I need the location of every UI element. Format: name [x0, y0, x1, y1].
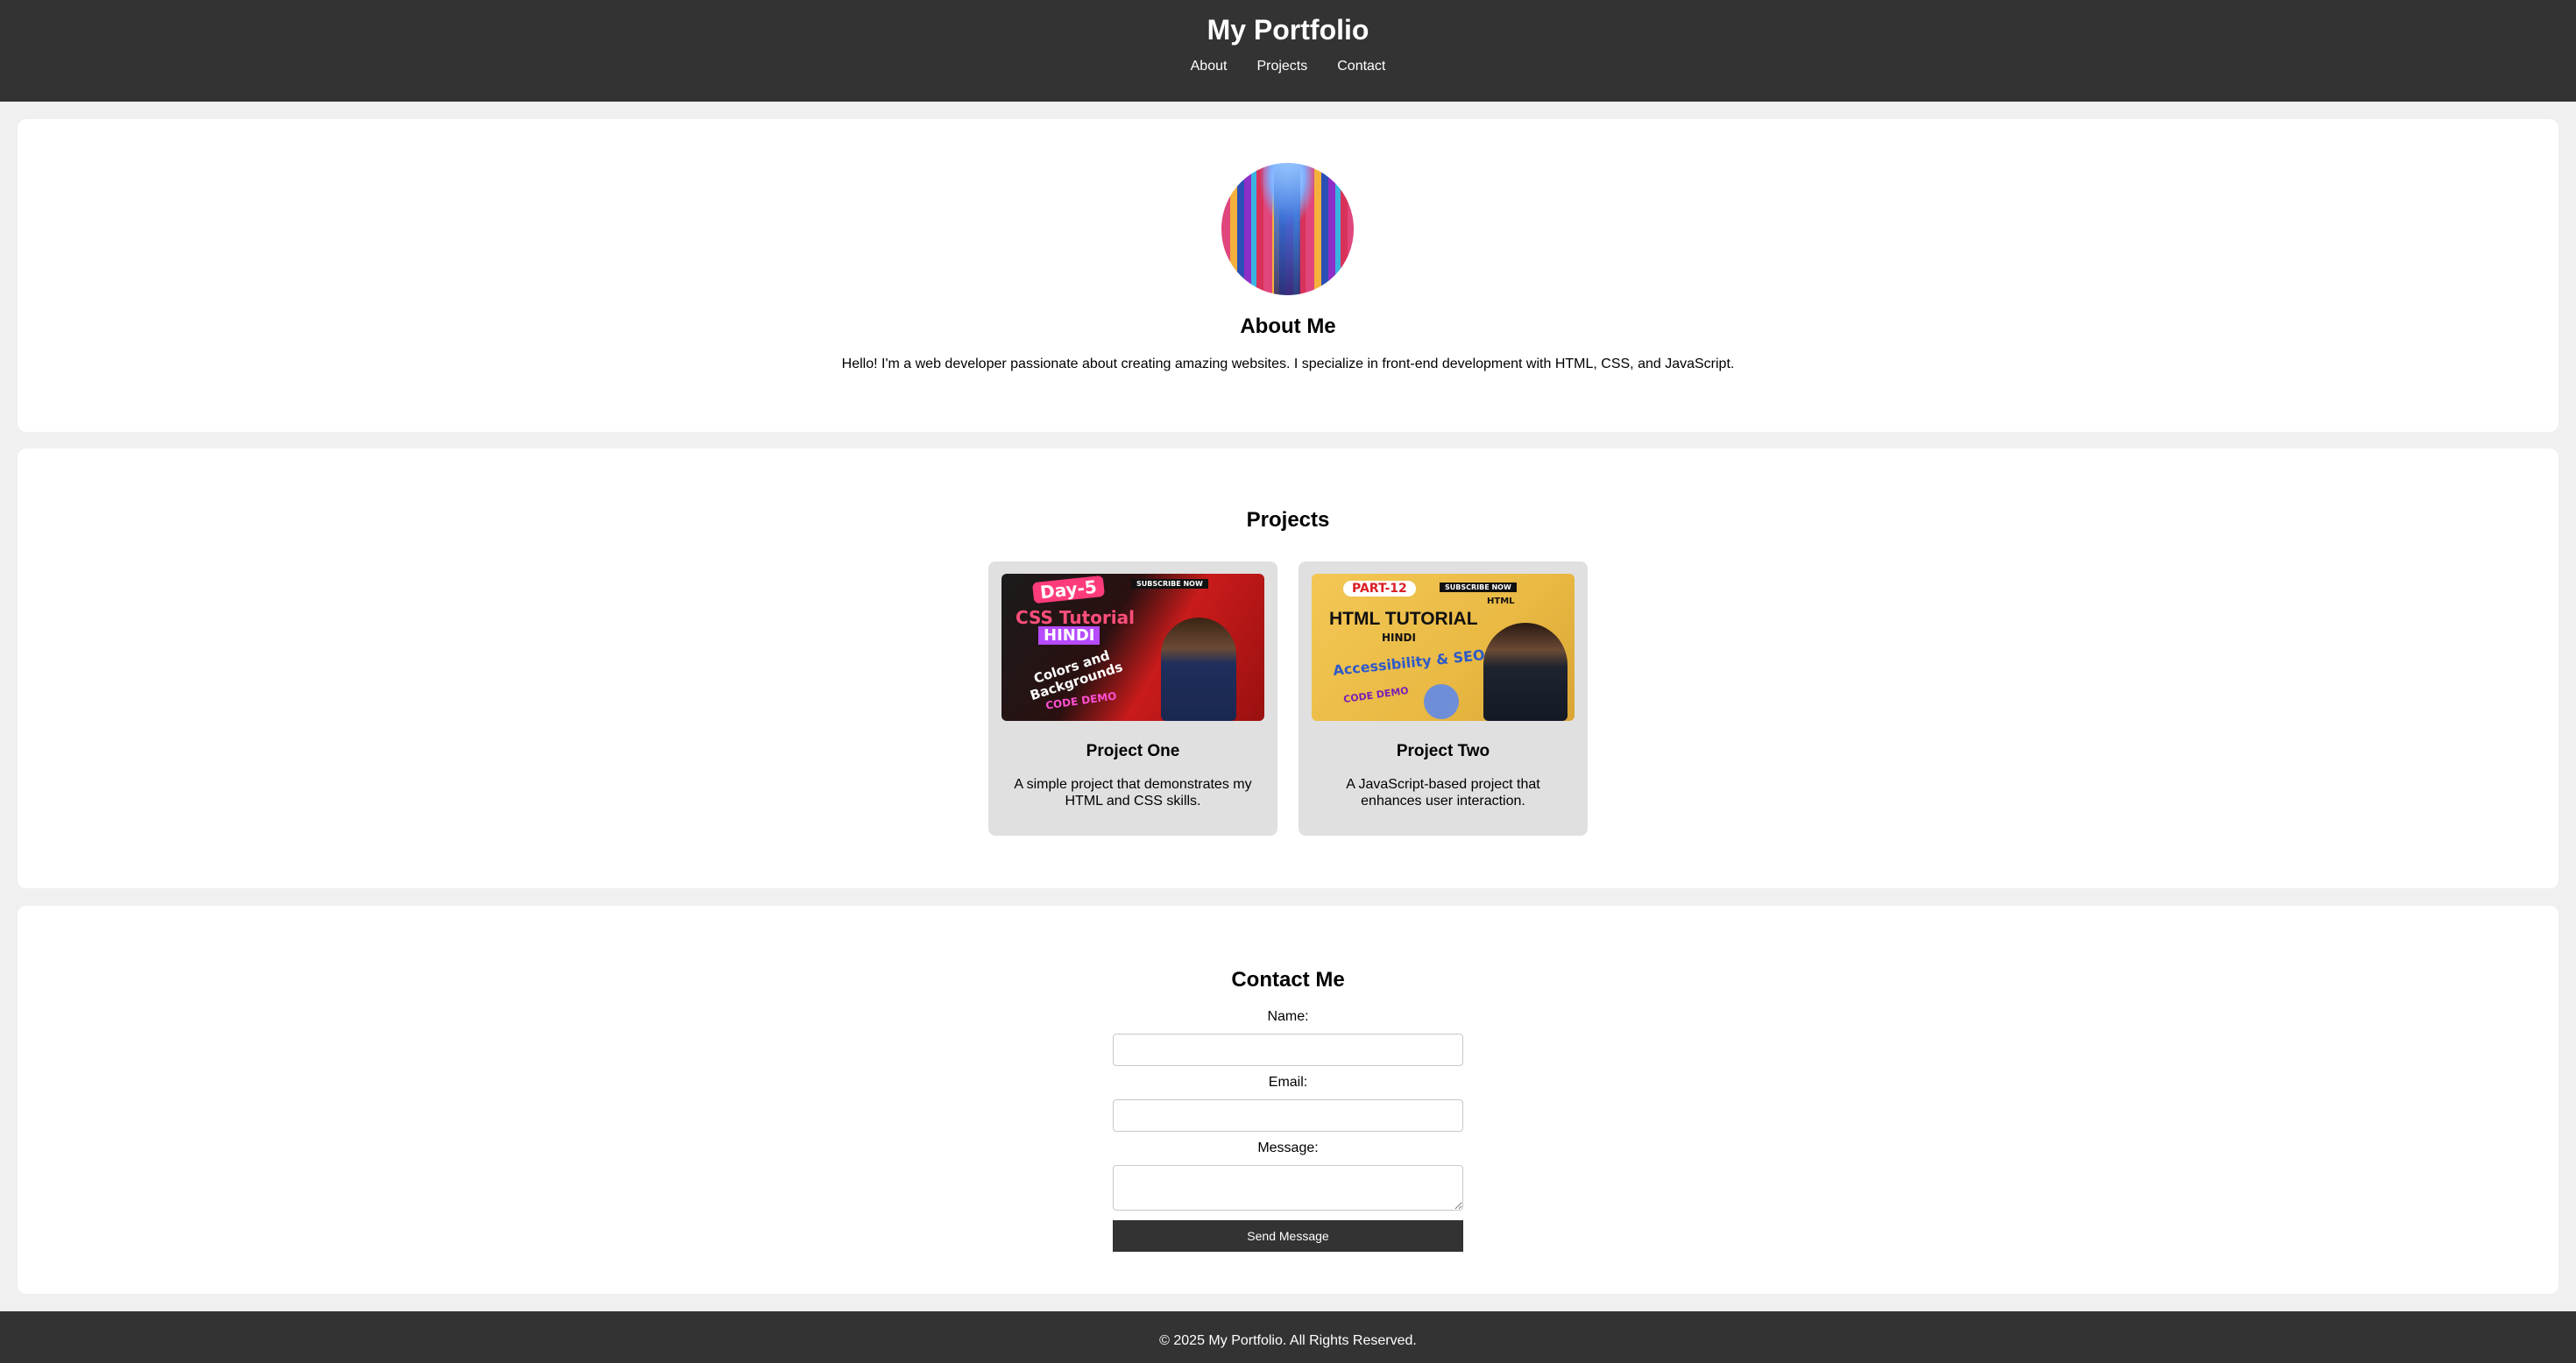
site-header: My Portfolio About Projects Contact: [0, 0, 2576, 102]
nav-link-contact[interactable]: Contact: [1322, 56, 1400, 77]
email-input[interactable]: [1113, 1099, 1463, 1132]
main-nav: About Projects Contact: [0, 56, 2576, 77]
copyright-text: © 2025 My Portfolio. All Rights Reserved…: [1159, 1333, 1417, 1348]
projects-title: Projects: [1246, 508, 1330, 532]
thumb-like-icon: [1424, 684, 1459, 719]
about-text: Hello! I'm a web developer passionate ab…: [841, 357, 1735, 371]
project-card-one[interactable]: Day-5 SUBSCRIBE NOW CSS Tutorial HINDI C…: [988, 561, 1277, 836]
contact-title: Contact Me: [1231, 968, 1345, 992]
about-title: About Me: [1240, 314, 1336, 338]
thumb-person: [1483, 623, 1568, 721]
nav-link-about[interactable]: About: [1176, 56, 1242, 77]
thumb-day-label: Day-5: [1031, 575, 1105, 604]
project-two-title: Project Two: [1396, 742, 1490, 760]
message-textarea[interactable]: [1113, 1165, 1463, 1211]
name-input[interactable]: [1113, 1034, 1463, 1066]
thumb-lang: HINDI: [1038, 626, 1100, 645]
site-title: My Portfolio: [1207, 14, 1369, 46]
nav-link-projects[interactable]: Projects: [1242, 56, 1322, 77]
thumb-person: [1161, 618, 1236, 721]
name-label: Name:: [1267, 1009, 1309, 1024]
project-card-two[interactable]: PART-12 SUBSCRIBE NOW HTML HTML TUTORIAL…: [1299, 561, 1588, 836]
project-one-title: Project One: [1086, 742, 1180, 760]
email-label: Email:: [1268, 1075, 1308, 1090]
thumb-subscribe-label: SUBSCRIBE NOW: [1131, 579, 1208, 589]
project-one-description: A simple project that demonstrates my HT…: [1014, 777, 1252, 809]
profile-avatar: [1221, 163, 1354, 295]
thumb-topic: Accessibility & SEO: [1332, 646, 1486, 680]
project-two-thumbnail: PART-12 SUBSCRIBE NOW HTML HTML TUTORIAL…: [1312, 574, 1575, 721]
about-section: About Me Hello! I'm a web developer pass…: [18, 119, 2558, 432]
project-one-thumbnail: Day-5 SUBSCRIBE NOW CSS Tutorial HINDI C…: [1001, 574, 1264, 721]
message-label: Message:: [1257, 1141, 1319, 1155]
send-message-button[interactable]: Send Message: [1113, 1220, 1463, 1252]
site-footer: © 2025 My Portfolio. All Rights Reserved…: [0, 1311, 2576, 1363]
projects-section: Projects Day-5 SUBSCRIBE NOW CSS Tutoria…: [18, 448, 2558, 888]
thumb-subscribe-label: SUBSCRIBE NOW: [1440, 583, 1517, 592]
thumb-code-demo: CODE DEMO: [1342, 684, 1410, 706]
thumb-lang: HINDI: [1382, 632, 1416, 644]
project-two-description: A JavaScript-based project that enhances…: [1346, 777, 1540, 809]
thumb-title: HTML TUTORIAL: [1329, 609, 1478, 629]
thumb-title: CSS Tutorial: [1016, 607, 1135, 628]
thumb-part-label: PART-12: [1343, 581, 1416, 597]
thumb-html-badge: HTML: [1487, 597, 1515, 606]
contact-section: Contact Me Name: Email: Message: Send Me…: [18, 906, 2558, 1294]
